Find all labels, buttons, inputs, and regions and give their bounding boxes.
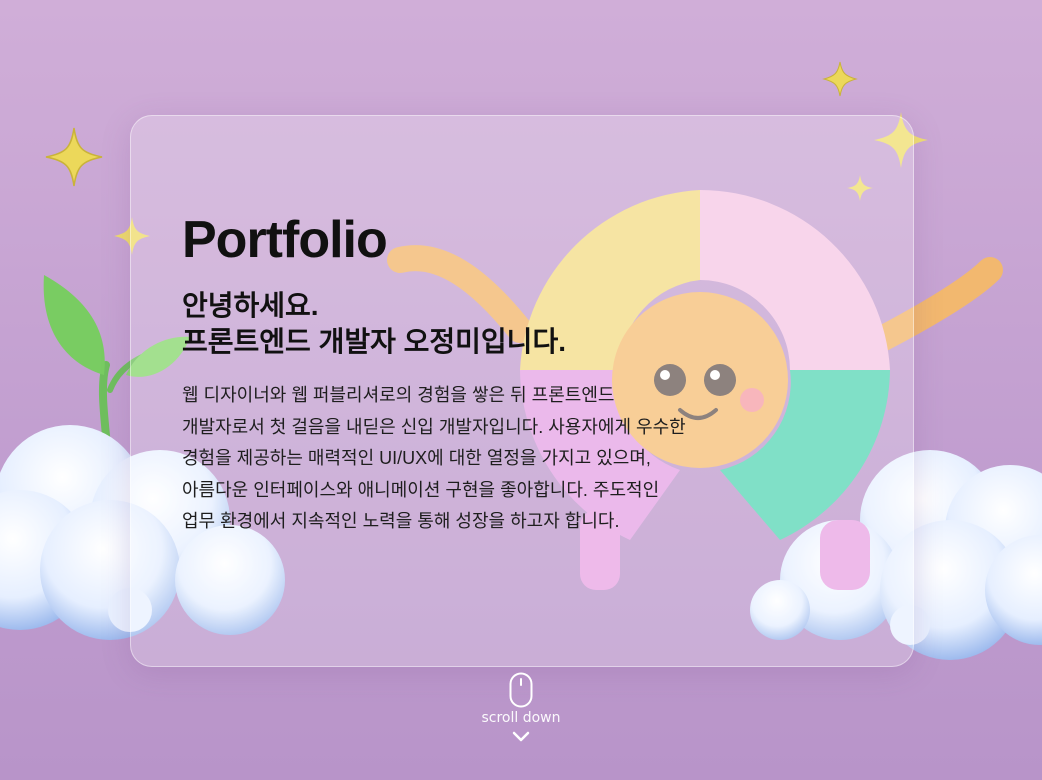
page-title: Portfolio (182, 211, 388, 269)
mouse-icon (509, 672, 533, 708)
scroll-down-label: scroll down (481, 710, 561, 726)
description-line: 아름다운 인터페이스와 애니메이션 구현을 좋아합니다. 주도적인 (182, 479, 660, 500)
scroll-down-button[interactable]: scroll down (470, 672, 572, 744)
description-line: 웹 디자이너와 웹 퍼블리셔로의 경험을 쌓은 뒤 프론트엔드 (182, 385, 615, 405)
greeting-line: 프론트엔드 개발자 오정미입니다. (182, 326, 566, 357)
greeting-heading: 안녕하세요. 프론트엔드 개발자 오정미입니다. (182, 288, 566, 360)
chevron-down-icon (512, 731, 530, 742)
description-line: 경험을 제공하는 매력적인 UI/UX에 대한 열정을 가지고 있으며, (182, 448, 651, 468)
intro-description: 웹 디자이너와 웹 퍼블리셔로의 경험을 쌓은 뒤 프론트엔드 개발자로서 첫 … (182, 380, 686, 538)
description-line: 개발자로서 첫 걸음을 내딛은 신입 개발자입니다. 사용자에게 우수한 (182, 416, 686, 437)
description-line: 업무 환경에서 지속적인 노력을 통해 성장을 하고자 합니다. (182, 511, 620, 531)
sparkle-icon (822, 61, 858, 97)
sparkle-icon (45, 127, 103, 187)
greeting-line: 안녕하세요. (182, 290, 319, 321)
